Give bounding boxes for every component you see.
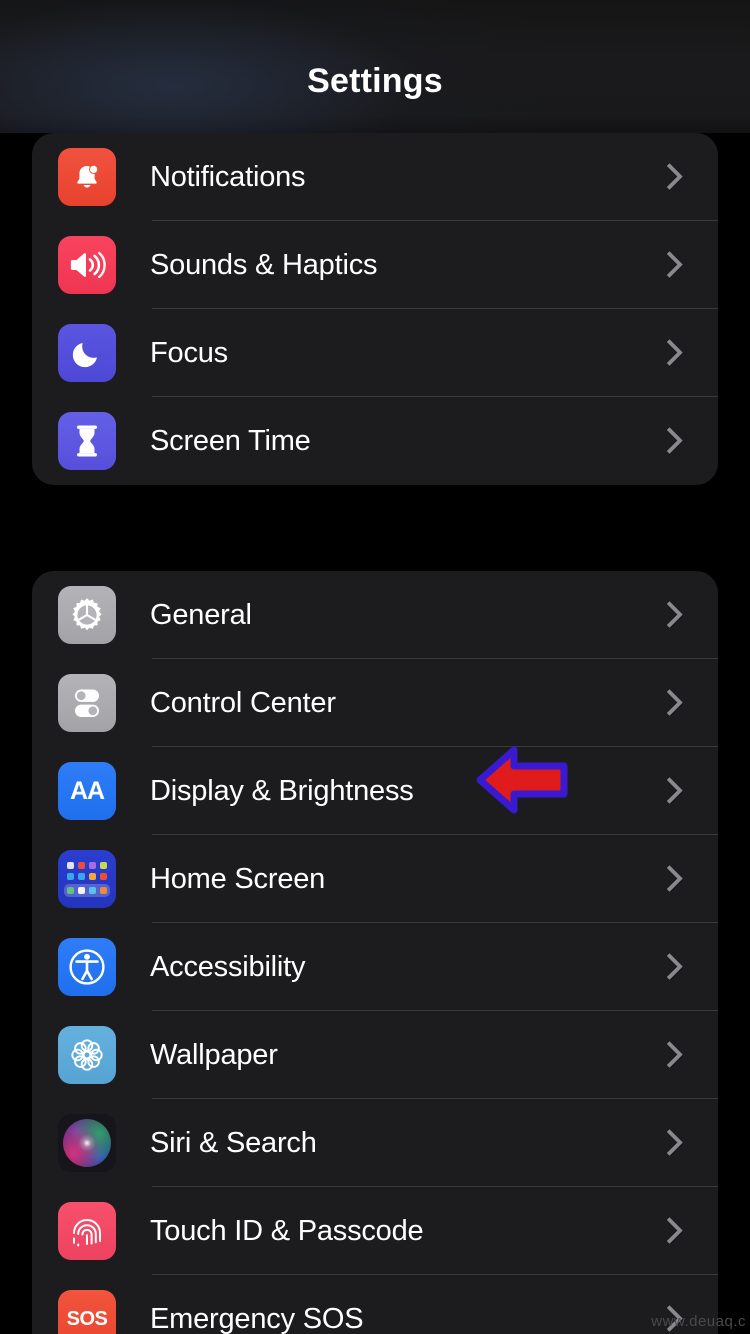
toggles-icon [58, 674, 116, 732]
bell-icon [58, 148, 116, 206]
chevron-right-icon [658, 1038, 678, 1072]
settings-row-label: Home Screen [150, 862, 326, 895]
app-grid-icon [58, 850, 116, 908]
accessibility-icon [58, 938, 116, 996]
settings-row-label: Display & Brightness [150, 774, 414, 807]
site-watermark: www.deuaq.c [651, 1313, 746, 1330]
chevron-right-icon [658, 1214, 678, 1248]
fingerprint-icon [58, 1202, 116, 1260]
settings-row-accessibility[interactable]: Accessibility [32, 923, 718, 1011]
settings-row-siri-search[interactable]: Siri & Search [32, 1099, 718, 1187]
sos-glyph: SOS [66, 1307, 108, 1330]
hourglass-icon [58, 412, 116, 470]
settings-row-focus[interactable]: Focus [32, 309, 718, 397]
settings-group-one: Notifications Sounds & Haptics Focus Scr… [32, 133, 718, 485]
settings-row-label: Screen Time [150, 424, 311, 457]
chevron-right-icon [658, 424, 678, 458]
flower-icon [58, 1026, 116, 1084]
chevron-right-icon [658, 248, 678, 282]
settings-row-emergency-sos[interactable]: SOS Emergency SOS [32, 1275, 718, 1334]
settings-row-label: Siri & Search [150, 1126, 317, 1159]
settings-row-label: Emergency SOS [150, 1302, 364, 1334]
gear-icon [58, 586, 116, 644]
settings-row-sounds-haptics[interactable]: Sounds & Haptics [32, 221, 718, 309]
navigation-bar: Settings [0, 0, 750, 133]
siri-orb-icon [58, 1114, 116, 1172]
settings-row-label: General [150, 598, 252, 631]
settings-row-label: Focus [150, 336, 228, 369]
page-title: Settings [307, 62, 443, 100]
aa-text-size-icon: AA [58, 762, 116, 820]
settings-row-control-center[interactable]: Control Center [32, 659, 718, 747]
chevron-right-icon [658, 160, 678, 194]
chevron-right-icon [658, 950, 678, 984]
settings-row-home-screen[interactable]: Home Screen [32, 835, 718, 923]
settings-row-display-brightness[interactable]: AA Display & Brightness [32, 747, 718, 835]
settings-row-label: Control Center [150, 686, 336, 719]
settings-row-touch-id-passcode[interactable]: Touch ID & Passcode [32, 1187, 718, 1275]
settings-row-notifications[interactable]: Notifications [32, 133, 718, 221]
settings-group-two: General Control Center AA Display & Brig [32, 571, 718, 1334]
settings-row-label: Touch ID & Passcode [150, 1214, 424, 1247]
chevron-right-icon [658, 862, 678, 896]
settings-row-label: Accessibility [150, 950, 306, 983]
moon-icon [58, 324, 116, 382]
settings-row-label: Sounds & Haptics [150, 248, 378, 281]
chevron-right-icon [658, 774, 678, 808]
settings-row-general[interactable]: General [32, 571, 718, 659]
chevron-right-icon [658, 336, 678, 370]
settings-row-label: Wallpaper [150, 1038, 278, 1071]
settings-screen: Settings Notifications Sounds & Haptics … [0, 0, 750, 1334]
speaker-wave-icon [58, 236, 116, 294]
aa-glyph: AA [69, 776, 105, 805]
sos-icon: SOS [58, 1290, 116, 1334]
chevron-right-icon [658, 686, 678, 720]
settings-row-label: Notifications [150, 160, 306, 193]
chevron-right-icon [658, 1126, 678, 1160]
settings-row-screen-time[interactable]: Screen Time [32, 397, 718, 485]
settings-row-wallpaper[interactable]: Wallpaper [32, 1011, 718, 1099]
chevron-right-icon [658, 598, 678, 632]
